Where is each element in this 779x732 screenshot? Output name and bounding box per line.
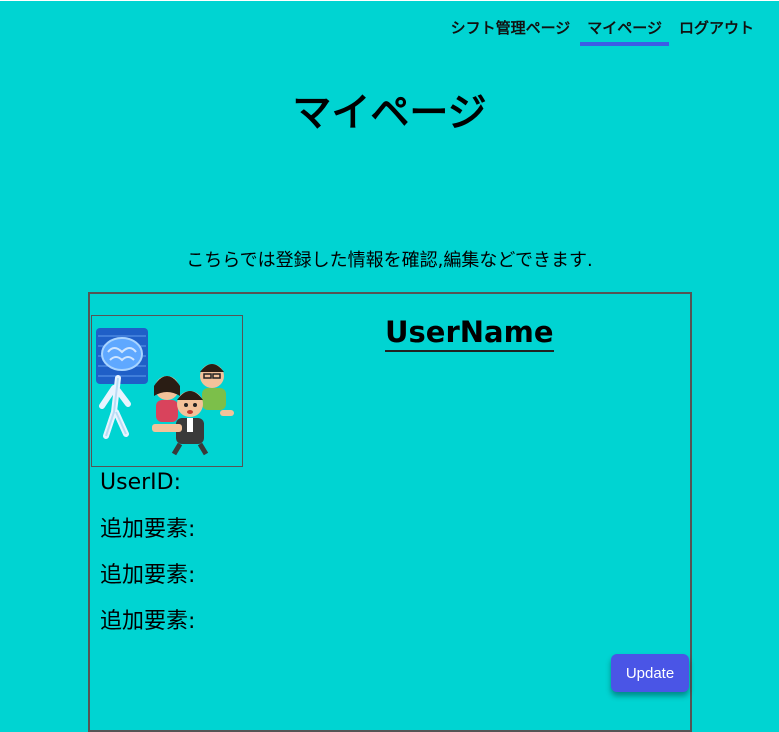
extra-field-1: 追加要素: bbox=[100, 517, 196, 542]
profile-card: UserName UserID: 追加要素: 追加要素: 追加要素: Updat… bbox=[88, 292, 692, 732]
avatar bbox=[91, 315, 243, 467]
nav-my-page[interactable]: マイページ bbox=[580, 17, 669, 46]
update-button[interactable]: Update bbox=[611, 654, 689, 692]
nav-logout[interactable]: ログアウト bbox=[672, 17, 761, 46]
extra-field-3: 追加要素: bbox=[100, 609, 196, 634]
userid-label: UserID: bbox=[100, 470, 181, 495]
avatar-illustration bbox=[96, 328, 234, 456]
username-heading: UserName bbox=[385, 316, 554, 352]
nav-shift-management[interactable]: シフト管理ページ bbox=[444, 17, 578, 46]
page-title: マイページ bbox=[292, 91, 487, 136]
extra-field-2: 追加要素: bbox=[100, 563, 196, 588]
page-intro: こちらでは登録した情報を確認,編集などできます. bbox=[186, 250, 593, 271]
top-border bbox=[0, 0, 779, 1]
top-nav: シフト管理ページ マイページ ログアウト bbox=[441, 17, 761, 46]
